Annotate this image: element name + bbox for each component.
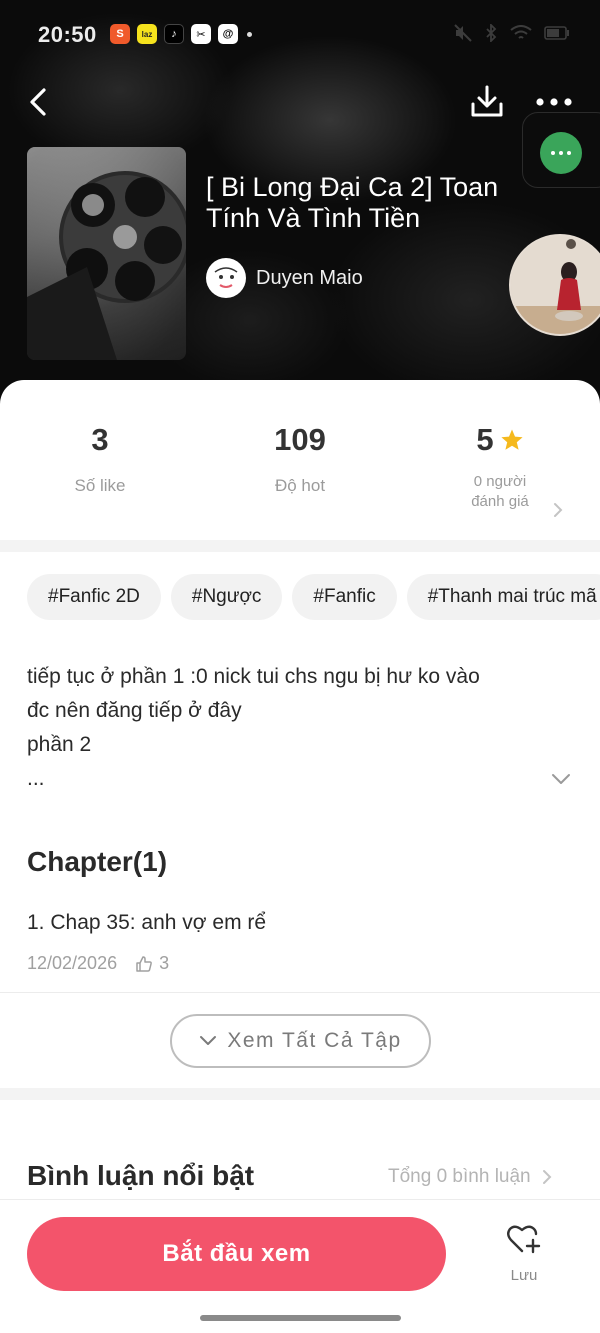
stat-likes: 3 Số like xyxy=(0,420,200,496)
save-button[interactable]: Lưu xyxy=(493,1222,555,1292)
chevron-left-icon xyxy=(30,88,46,116)
heart-plus-icon xyxy=(507,1225,541,1254)
description-line: ... xyxy=(27,767,45,790)
mute-icon xyxy=(454,24,472,42)
comments-heading: Bình luận nổi bật xyxy=(27,1160,255,1191)
chapter-likes-count: 3 xyxy=(159,953,170,973)
hot-label: Độ hot xyxy=(274,476,326,495)
rating-label-line2: đánh giá xyxy=(471,493,529,510)
tag-chip[interactable]: #Fanfic xyxy=(292,574,397,620)
author-avatar xyxy=(206,258,246,298)
tag-chip[interactable]: #Fanfic 2D xyxy=(27,574,161,620)
capcut-icon: ✂ xyxy=(191,24,211,44)
stats-row: 3 Số like 109 Độ hot 5 0 người đánh giá xyxy=(0,420,600,540)
start-reading-button[interactable]: Bắt đầu xem xyxy=(27,1217,446,1291)
book-title: [ Bi Long Đại Ca 2] Toan Tính Và Tình Ti… xyxy=(206,172,499,233)
lazada-icon: laz xyxy=(137,24,157,44)
book-cover[interactable] xyxy=(27,147,186,360)
revolver-cylinder-image xyxy=(27,147,186,360)
rating-label-line1: 0 người xyxy=(473,473,527,490)
detail-sheet: 3 Số like 109 Độ hot 5 0 người đánh giá … xyxy=(0,380,600,1333)
bottom-action-bar: Bắt đầu xem Lưu xyxy=(0,1199,600,1333)
rating-value: 5 xyxy=(476,422,494,457)
bluetooth-icon xyxy=(486,24,497,42)
chapter-date: 12/02/2026 xyxy=(27,953,118,973)
rating-label: 0 người đánh giá xyxy=(400,472,600,512)
chevron-right-icon xyxy=(554,503,563,517)
divider xyxy=(0,992,600,993)
tag-chip[interactable]: #Thanh mai trúc mã xyxy=(406,574,600,620)
section-divider xyxy=(0,1088,600,1100)
likes-label: Số like xyxy=(74,476,126,495)
chapter-heading: Chapter(1) xyxy=(27,846,168,877)
girl-photo-image xyxy=(511,236,600,334)
chat-dots-icon xyxy=(540,132,582,174)
chapter-item-title[interactable]: 1. Chap 35: anh vợ em rể xyxy=(27,911,266,935)
save-label: Lưu xyxy=(510,1267,538,1284)
tag-list: #Fanfic 2D #Ngược #Fanfic #Thanh mai trúc m… xyxy=(27,574,600,620)
hot-count: 109 xyxy=(274,422,326,457)
sketch-face-icon xyxy=(207,259,245,297)
status-bar: 20:50 S laz ♪ ✂ @ xyxy=(0,18,600,52)
chevron-down-icon xyxy=(200,1036,217,1045)
chapter-likes: 3 xyxy=(135,953,169,974)
status-time: 20:50 xyxy=(38,22,97,47)
author-row[interactable]: Duyen Maio xyxy=(206,258,363,298)
section-divider xyxy=(0,540,600,552)
author-name: Duyen Maio xyxy=(256,266,363,289)
rating-value-row: 5 xyxy=(400,420,600,460)
home-indicator[interactable] xyxy=(200,1315,401,1321)
star-icon xyxy=(501,429,523,450)
threads-icon: @ xyxy=(218,24,238,44)
chevron-right-icon xyxy=(542,1170,552,1184)
expand-chevron-down-icon[interactable] xyxy=(550,771,572,787)
chapter-item-meta: 12/02/2026 3 xyxy=(27,953,169,974)
header-banner: 20:50 S laz ♪ ✂ @ [Bi Long Đại Ca 2] To… xyxy=(0,0,600,420)
download-button[interactable] xyxy=(468,82,506,122)
battery-icon xyxy=(544,26,569,40)
description-line: tiếp tục ở phần 1 :0 nick tui chs ngu bị… xyxy=(27,665,480,688)
description-line: phần 2 xyxy=(27,733,92,756)
comments-total-label: Tổng 0 bình luận xyxy=(388,1166,531,1187)
download-icon xyxy=(471,85,503,117)
see-all-chapters-button[interactable]: Xem Tất Cả Tập xyxy=(170,1014,431,1068)
stat-rating[interactable]: 5 0 người đánh giá xyxy=(400,420,600,512)
description[interactable]: tiếp tục ở phần 1 :0 nick tui chs ngu bị… xyxy=(27,660,547,796)
description-line: đc nên đăng tiếp ở đây xyxy=(27,699,242,722)
status-app-icons: S laz ♪ ✂ @ xyxy=(110,24,252,44)
stat-hot: 109 Độ hot xyxy=(200,420,400,496)
wifi-icon xyxy=(510,25,532,39)
likes-count: 3 xyxy=(91,422,109,457)
shopee-icon: S xyxy=(110,24,130,44)
more-notifications-dot xyxy=(247,31,252,37)
floating-user-avatar[interactable] xyxy=(509,234,600,336)
tiktok-icon: ♪ xyxy=(164,24,184,44)
status-system-icons xyxy=(454,24,570,42)
see-all-label: Xem Tất Cả Tập xyxy=(227,1029,402,1052)
thumbs-up-icon xyxy=(136,955,152,972)
back-button[interactable] xyxy=(22,82,58,122)
comments-total-link[interactable]: Tổng 0 bình luận xyxy=(388,1166,553,1188)
tag-chip[interactable]: #Ngược xyxy=(170,574,283,620)
